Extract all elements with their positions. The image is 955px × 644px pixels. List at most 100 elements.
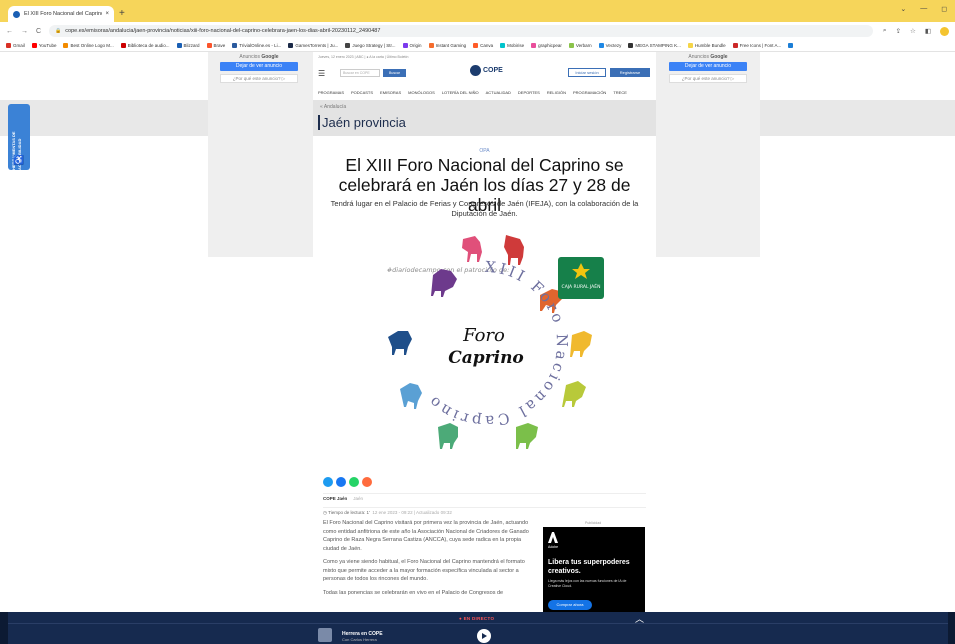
- window-controls: ⌄ — ◻: [900, 5, 947, 13]
- nav-item[interactable]: LOTERÍA DEL NIÑO: [442, 90, 479, 95]
- ad-publicidad-label: Publicidad: [585, 521, 602, 525]
- breadcrumb[interactable]: « Andalucía: [320, 104, 346, 110]
- article-kicker: OPA: [479, 148, 490, 154]
- whatsapp-share-icon[interactable]: [349, 477, 359, 487]
- image-center-title-1: Foro: [462, 325, 505, 346]
- nav-item[interactable]: PROGRAMACIÓN: [573, 90, 606, 95]
- web-page: Anuncios Google Dejar de ver anuncio ¿Po…: [0, 52, 955, 612]
- adobe-ad[interactable]: Adobe Libera tus superpoderes creativos.…: [543, 527, 645, 612]
- cope-logo-icon: [470, 65, 481, 76]
- register-button[interactable]: Registrarse: [610, 68, 650, 77]
- ad-text: Llega más lejos con las nuevas funciones…: [548, 579, 627, 588]
- bookmark-item[interactable]: TrivialOnline.es - Li...: [232, 43, 281, 48]
- ad-title: Libera tus superpoderes creativos.: [548, 559, 630, 575]
- live-show-host: Con Carlos Herrera: [342, 637, 377, 642]
- nav-item[interactable]: TRECE: [613, 90, 627, 95]
- share-buttons: [323, 477, 372, 487]
- bookmark-item[interactable]: Blizzard: [176, 43, 200, 48]
- bookmark-item[interactable]: Best Online Logo M...: [63, 43, 114, 48]
- zoom-icon[interactable]: ⌕: [883, 27, 887, 35]
- profile-avatar[interactable]: [940, 26, 949, 36]
- article-subtitle: Tendrá lugar en el Palacio de Ferias y C…: [330, 199, 639, 218]
- browser-tab-strip: El XIII Foro Nacional del Caprino × + ⌄ …: [0, 0, 955, 22]
- image-center-title-2: Caprino: [448, 348, 524, 368]
- browser-tab-active[interactable]: El XIII Foro Nacional del Caprino ×: [8, 6, 114, 22]
- bookmark-item[interactable]: Humble Bundle: [687, 43, 726, 48]
- buy-now-button[interactable]: Comprar ahora: [548, 600, 592, 610]
- facebook-share-icon[interactable]: [336, 477, 346, 487]
- login-button[interactable]: Iniciar sesión: [568, 68, 606, 77]
- host-thumbnail: [318, 628, 332, 642]
- nav-item[interactable]: PODCASTS: [351, 90, 373, 95]
- bookmark-item[interactable]: Origin: [402, 43, 422, 48]
- caja-rural-logo: CAJA RURAL JAÉN: [558, 257, 604, 299]
- live-tab[interactable]: ● EN DIRECTO: [459, 616, 494, 621]
- bookmark-item[interactable]: Brave: [206, 43, 225, 48]
- bookmark-item[interactable]: Canva: [473, 43, 493, 48]
- twitter-share-icon[interactable]: [323, 477, 333, 487]
- bookmark-item[interactable]: Instant Gaming: [428, 43, 466, 48]
- tab-title: El XIII Foro Nacional del Caprino: [24, 11, 103, 17]
- minimize-icon[interactable]: —: [920, 5, 927, 13]
- wheelchair-icon: ♿: [13, 155, 25, 165]
- bookmark-item[interactable]: Juego Strategy | Str...: [345, 43, 396, 48]
- bookmark-item[interactable]: graphicpear: [531, 43, 562, 48]
- main-nav: PROGRAMAS PODCASTS EMISORAS MONÓLOGOS LO…: [318, 90, 627, 95]
- why-this-ad-button[interactable]: ¿Por qué este anuncio? ▷: [669, 74, 747, 83]
- browser-toolbar: ← → C 🔒 cope.es/emisoras/andalucia/jaen-…: [0, 22, 955, 40]
- nav-item[interactable]: PROGRAMAS: [318, 90, 344, 95]
- stop-seeing-ad-button[interactable]: Dejar de ver anuncio: [220, 62, 298, 71]
- article-paragraph: Como ya viene siendo habitual, el Foro N…: [323, 559, 525, 582]
- share-icon[interactable]: ⇪: [896, 27, 901, 35]
- back-icon[interactable]: ←: [6, 28, 13, 35]
- nav-item[interactable]: MONÓLOGOS: [408, 90, 435, 95]
- nav-item[interactable]: ACTUALIDAD: [486, 90, 511, 95]
- section-title: Jaén provincia: [318, 115, 406, 130]
- bookmark-item[interactable]: Vectezy: [598, 43, 621, 48]
- cope-logo[interactable]: COPE: [470, 65, 503, 76]
- article-body: El Foro Nacional del Caprino visitará po…: [323, 519, 533, 602]
- article-paragraph: El Foro Nacional del Caprino visitará po…: [323, 520, 529, 552]
- tab-close-icon[interactable]: ×: [105, 11, 109, 17]
- lock-icon: 🔒: [55, 28, 62, 34]
- sidepanel-icon[interactable]: ◧: [925, 27, 931, 35]
- tab-search-icon[interactable]: ⌄: [900, 5, 906, 13]
- bookmark-item[interactable]: Verbarn: [568, 43, 592, 48]
- more-share-icon[interactable]: [362, 477, 372, 487]
- why-this-ad-button[interactable]: ¿Por qué este anuncio? ▷: [220, 74, 298, 83]
- nav-item[interactable]: DEPORTES: [518, 90, 540, 95]
- adobe-brand: Adobe: [548, 545, 559, 549]
- restore-icon[interactable]: ◻: [941, 5, 947, 13]
- right-ad-controls: Anuncios Google Dejar de ver anuncio ¿Po…: [662, 54, 754, 83]
- bookmark-item[interactable]: Biblioteca de audio...: [120, 43, 170, 48]
- section-bar: « Andalucía Jaén provincia: [313, 100, 656, 136]
- bookmarks-bar: Gmail YouTube Best Online Logo M... Bibl…: [0, 40, 955, 52]
- article-image-foro-caprino: #diariodecampo con el patrocinio de: XII…: [358, 227, 613, 467]
- address-bar[interactable]: 🔒 cope.es/emisoras/andalucia/jaen-provin…: [49, 25, 873, 37]
- main-content: Jueves, 12 enero 2023 | ABC | ● A la car…: [313, 52, 656, 612]
- bookmark-item[interactable]: [788, 43, 795, 48]
- play-button[interactable]: [477, 629, 491, 643]
- cope-favicon-icon: [13, 10, 20, 18]
- site-search-button[interactable]: Buscar: [383, 69, 406, 77]
- bookmark-item[interactable]: YouTube: [31, 43, 56, 48]
- site-search-input[interactable]: Buscar en COPE: [340, 69, 380, 77]
- bookmark-item[interactable]: GamesTorrents | Ju...: [288, 43, 338, 48]
- bookmark-star-icon[interactable]: ☆: [910, 27, 916, 35]
- bookmark-item[interactable]: Gmail: [6, 43, 25, 48]
- header-topline: Jueves, 12 enero 2023 | ABC | ● A la car…: [318, 55, 409, 59]
- accessibility-tools-button[interactable]: HERRAMIENTAS DE ACCESIBILIDAD ♿: [8, 104, 30, 170]
- ad-label: Anuncios Google: [688, 54, 728, 60]
- nav-item[interactable]: EMISORAS: [380, 90, 401, 95]
- hamburger-menu-icon[interactable]: ☰: [318, 69, 325, 78]
- bookmark-item[interactable]: Free Icons | Font A...: [732, 43, 781, 48]
- bookmark-item[interactable]: Mobirise: [500, 43, 524, 48]
- stop-seeing-ad-button[interactable]: Dejar de ver anuncio: [669, 62, 747, 71]
- reload-icon[interactable]: C: [36, 28, 41, 35]
- live-divider: [8, 623, 948, 624]
- forward-icon[interactable]: →: [21, 28, 28, 35]
- nav-item[interactable]: RELIGIÓN: [547, 90, 566, 95]
- bookmark-item[interactable]: MEGA STAMPING K...: [628, 43, 681, 48]
- new-tab-button[interactable]: +: [119, 8, 125, 19]
- article-paragraph: Todas las ponencias se celebrarán en viv…: [323, 589, 504, 596]
